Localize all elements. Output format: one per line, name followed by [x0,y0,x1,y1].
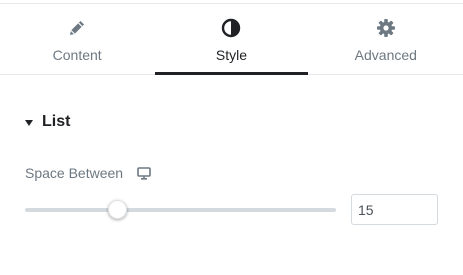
space-between-label-row: Space Between [25,165,151,181]
slider-track[interactable] [25,208,336,212]
space-between-slider[interactable] [25,200,336,220]
tab-style-label: Style [215,47,248,63]
desktop-monitor-icon[interactable] [137,166,151,180]
tab-content-label: Content [52,47,102,63]
tab-advanced-label: Advanced [354,47,417,63]
editor-panel: Content Style Advanced List Space Betwee… [0,0,463,275]
slider-handle[interactable] [108,200,128,219]
tab-advanced[interactable]: Advanced [309,4,463,74]
tab-style[interactable]: Style [154,4,308,75]
gear-icon [376,18,396,38]
caret-down-icon [25,119,33,126]
section-title: List [42,113,71,130]
panel-tabs: Content Style Advanced [0,4,463,75]
space-between-label: Space Between [25,165,124,181]
space-between-input[interactable] [351,194,438,225]
section-list-toggle[interactable]: List [25,113,70,131]
pencil-icon [67,18,87,38]
tab-content[interactable]: Content [0,4,154,74]
half-circle-contrast-icon [221,18,241,38]
